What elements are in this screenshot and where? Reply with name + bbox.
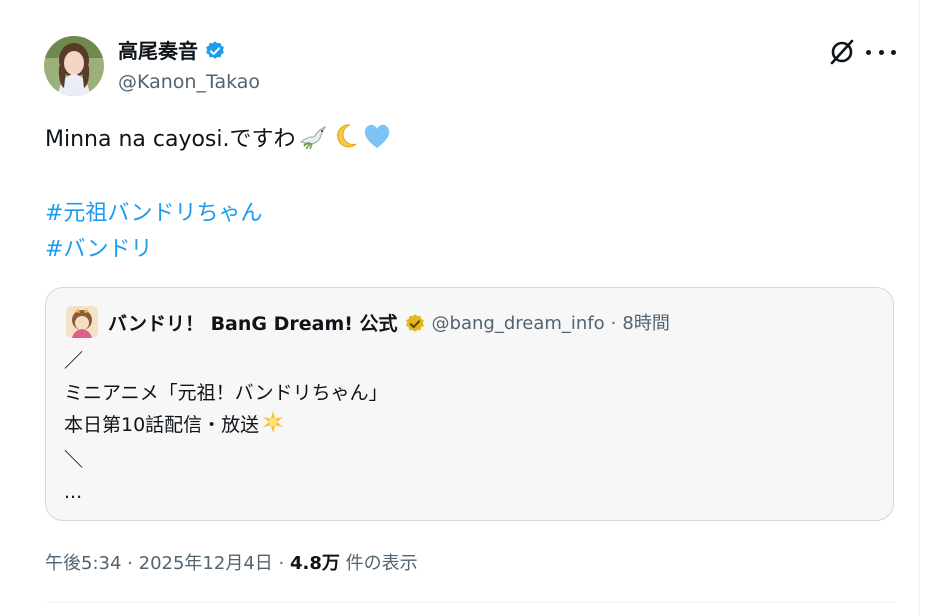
- quote-author-avatar[interactable]: [66, 306, 98, 338]
- more-options-icon[interactable]: [866, 38, 896, 66]
- glowing-star-icon: [261, 410, 285, 444]
- quote-author-name[interactable]: バンドリ！ BanG Dream! 公式: [108, 310, 398, 338]
- quote-header: バンドリ！ BanG Dream! 公式 @bang_dream_info · …: [108, 310, 670, 338]
- quoted-tweet-card[interactable]: バンドリ！ BanG Dream! 公式 @bang_dream_info · …: [45, 287, 894, 521]
- dove-icon: [298, 122, 328, 162]
- author-name-row[interactable]: 高尾奏音: [118, 38, 226, 64]
- tweet-time[interactable]: 午後5:34: [45, 553, 121, 574]
- hashtag-link[interactable]: #バンドリ: [45, 232, 153, 268]
- author-avatar[interactable]: [44, 36, 104, 96]
- separator-dot: ·: [127, 553, 133, 574]
- quote-author-handle[interactable]: @bang_dream_info: [432, 310, 605, 338]
- gold-verified-badge-icon: [404, 313, 426, 335]
- quote-line: 本日第10話配信・放送: [64, 409, 388, 444]
- author-handle[interactable]: @Kanon_Takao: [118, 69, 260, 95]
- quote-time[interactable]: 8時間: [622, 310, 669, 338]
- tweet-text: Minna na cayosi.ですわ: [45, 122, 392, 162]
- view-count-label: 件の表示: [345, 553, 418, 574]
- hashtag-link[interactable]: #元祖バンドリちゃん: [45, 196, 263, 232]
- quote-line: ミニアニメ「元祖！バンドリちゃん」: [64, 382, 388, 404]
- tweet-date[interactable]: 2025年12月4日: [139, 553, 273, 574]
- separator-dot: ·: [610, 313, 617, 334]
- quote-line: ／: [64, 350, 84, 372]
- divider: [45, 602, 895, 603]
- quote-body: ／ ミニアニメ「元祖！バンドリちゃん」 本日第10話配信・放送 ＼ ...: [64, 345, 388, 508]
- quote-line: ＼: [64, 449, 84, 471]
- grok-icon[interactable]: [828, 38, 856, 66]
- view-count[interactable]: 4.8万: [290, 553, 340, 574]
- quote-line: ...: [64, 481, 83, 503]
- tweet-text-content: Minna na cayosi.ですわ: [45, 127, 296, 152]
- column-border: [919, 0, 920, 616]
- author-name[interactable]: 高尾奏音: [118, 38, 198, 64]
- crescent-moon-icon: [330, 122, 360, 162]
- tweet-meta-row: 午後5:34 · 2025年12月4日 · 4.8万 件の表示: [45, 551, 418, 577]
- separator-dot: ·: [278, 553, 285, 574]
- light-blue-heart-icon: [362, 122, 392, 162]
- verified-badge-icon: [204, 40, 226, 62]
